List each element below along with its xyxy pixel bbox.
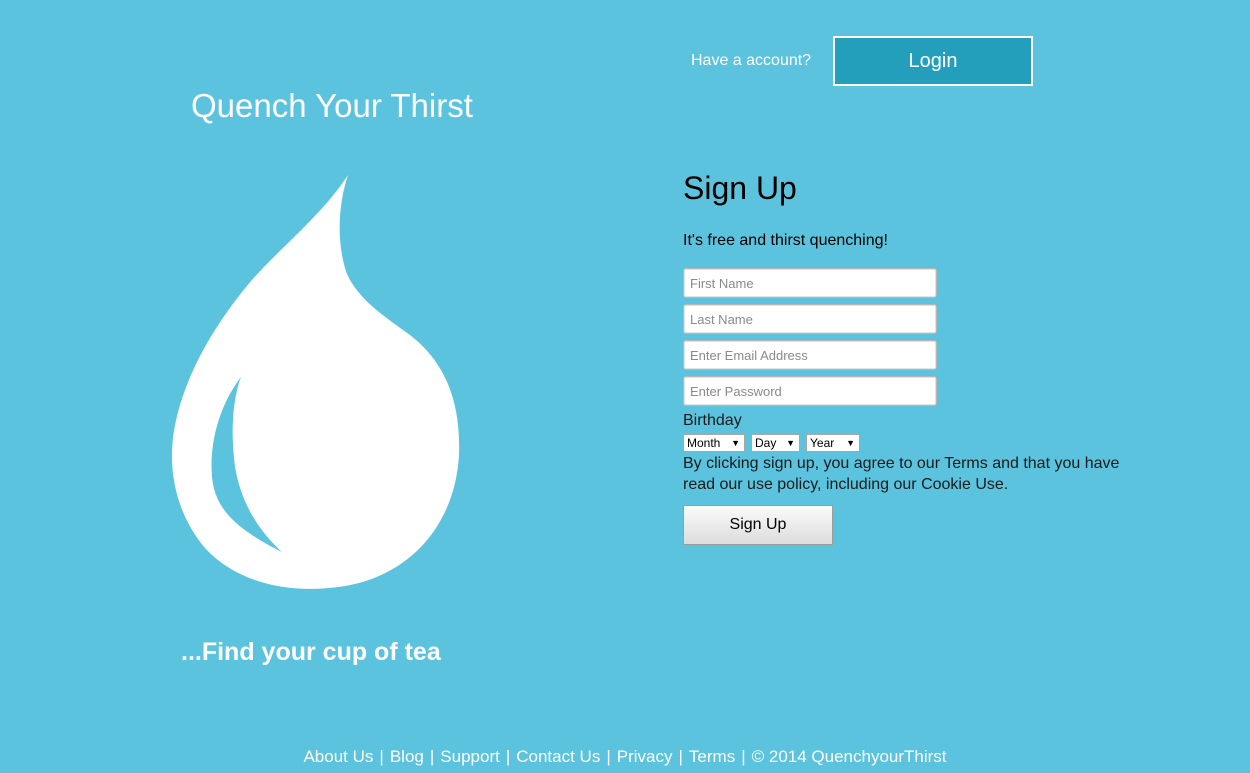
footer-separator: | <box>505 747 511 766</box>
footer-link-blog[interactable]: Blog <box>390 747 424 766</box>
footer-separator: | <box>429 747 435 766</box>
dropdown-arrow-icon: ▼ <box>786 438 795 448</box>
footer-link-about-us[interactable]: About Us <box>303 747 373 766</box>
footer: About Us | Blog | Support | Contact Us | Privacy… <box>0 745 1250 769</box>
year-select-value: Year <box>810 436 835 450</box>
footer-link-contact-us[interactable]: Contact Us <box>516 747 600 766</box>
sign-up-button[interactable]: Sign Up <box>683 505 833 545</box>
birthday-label: Birthday <box>683 412 742 429</box>
birthday-month-select[interactable]: Month ▼ <box>683 434 745 452</box>
footer-copyright: © 2014 QuenchyourThirst <box>751 747 947 766</box>
footer-separator: | <box>379 747 384 766</box>
footer-link-terms[interactable]: Terms <box>689 747 735 766</box>
first-name-field[interactable] <box>683 268 937 298</box>
terms-notice: By clicking sign up, you agree to our Te… <box>683 455 1120 493</box>
dropdown-arrow-icon: ▼ <box>846 438 855 448</box>
footer-separator: | <box>678 747 683 766</box>
footer-link-support[interactable]: Support <box>440 747 500 766</box>
footer-link-privacy[interactable]: Privacy <box>617 747 673 766</box>
have-account-text: Have a account? <box>691 52 812 69</box>
birthday-year-select[interactable]: Year ▼ <box>806 434 860 452</box>
footer-separator: | <box>606 747 611 766</box>
month-select-value: Month <box>687 436 721 450</box>
tagline: ...Find your cup of tea <box>181 638 441 666</box>
email-field[interactable] <box>683 340 937 370</box>
footer-separator: | <box>741 747 746 766</box>
signup-heading: Sign Up <box>683 170 797 206</box>
water-drop-icon <box>171 175 460 589</box>
signup-subheading: It's free and thirst quenching! <box>683 232 888 249</box>
brand-title: Quench Your Thirst <box>191 87 473 124</box>
birthday-day-select[interactable]: Day ▼ <box>751 434 800 452</box>
day-select-value: Day <box>755 436 777 450</box>
dropdown-arrow-icon: ▼ <box>731 438 740 448</box>
login-button[interactable]: Login <box>833 36 1033 86</box>
password-field[interactable] <box>683 376 937 406</box>
last-name-field[interactable] <box>683 304 937 334</box>
